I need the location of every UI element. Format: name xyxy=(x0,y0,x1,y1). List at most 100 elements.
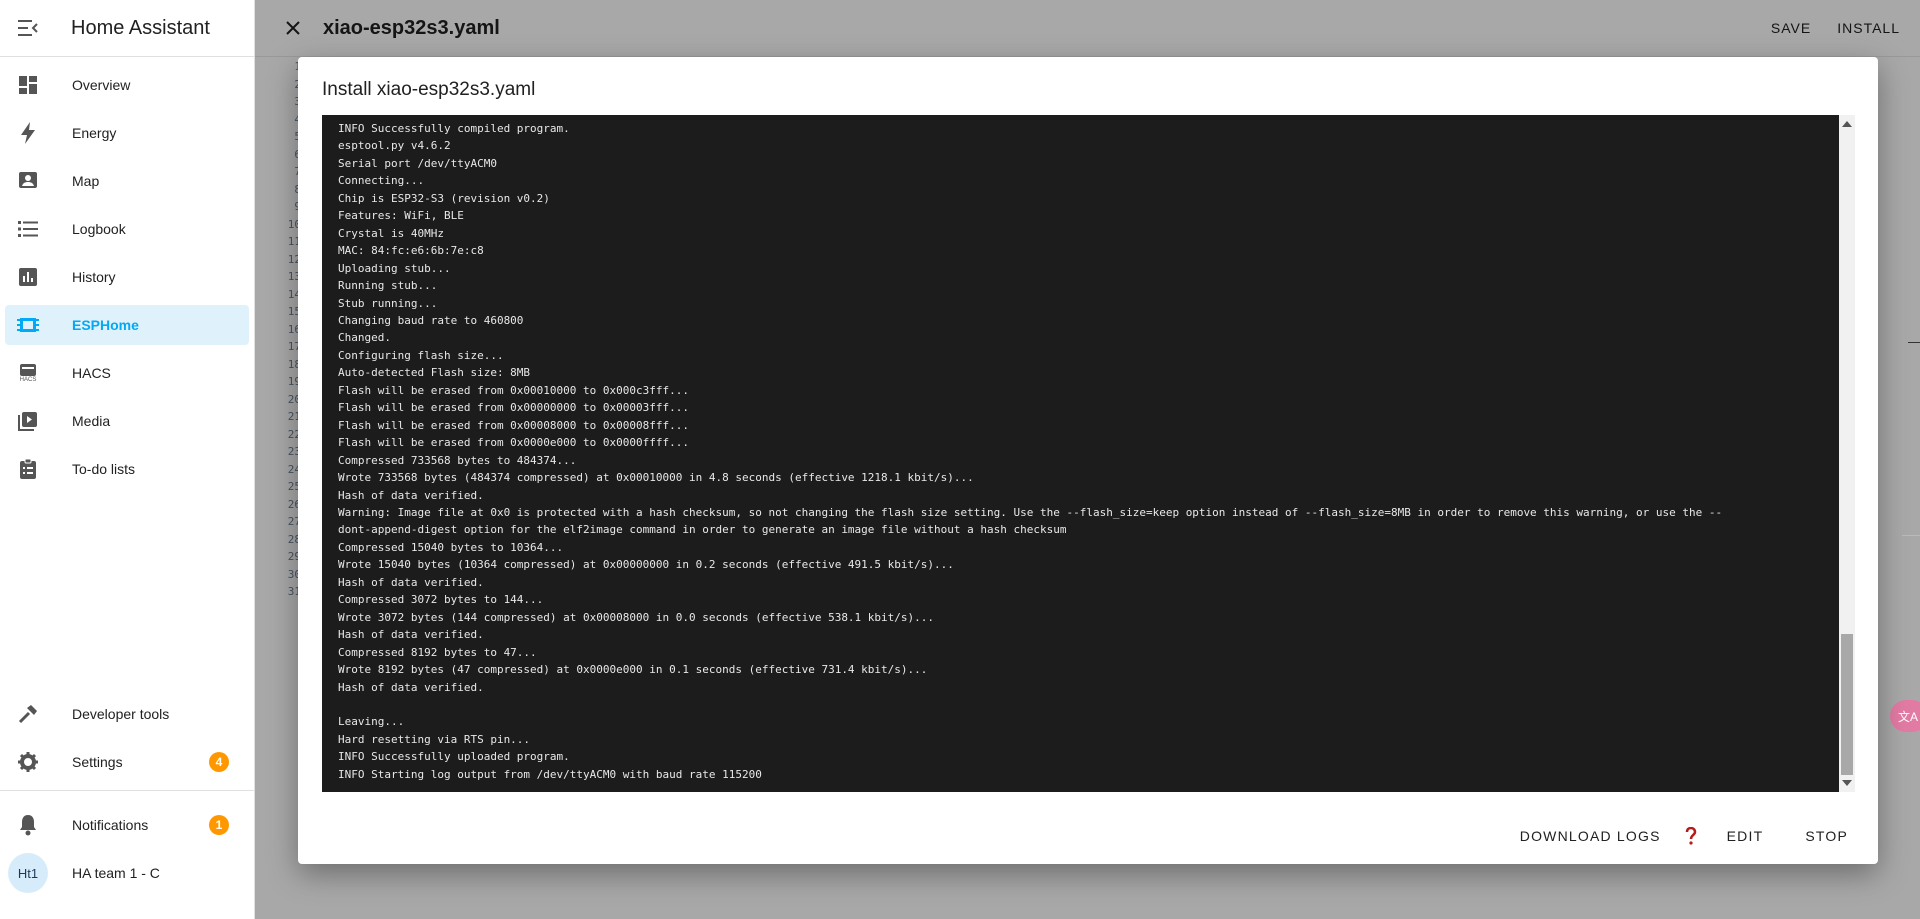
sidebar-item-label: Settings xyxy=(72,754,123,770)
chip-icon xyxy=(8,315,48,335)
log-line: Hash of data verified. xyxy=(338,680,484,694)
scroll-down-icon[interactable] xyxy=(1842,780,1852,786)
sidebar-item-label: HACS xyxy=(72,365,111,381)
gear-icon xyxy=(8,752,48,772)
sidebar-item-hacs[interactable]: HACS HACS xyxy=(5,353,249,393)
log-line: dont-append-digest option for the elf2im… xyxy=(338,523,1067,537)
editor-divider xyxy=(1902,535,1920,536)
log-line: Flash will be erased from 0x0000e000 to … xyxy=(338,436,689,450)
sidebar-item-label: HA team 1 - C xyxy=(72,865,160,881)
sidebar-item-label: Developer tools xyxy=(72,706,170,722)
sidebar-item-developer-tools[interactable]: Developer tools xyxy=(5,694,249,734)
avatar-wrapper: Ht1 xyxy=(8,853,48,893)
log-line: esptool.py v4.6.2 xyxy=(338,139,451,153)
scroll-up-icon[interactable] xyxy=(1842,121,1852,127)
log-line: Connecting... xyxy=(338,174,425,188)
log-line: Wrote 3072 bytes (144 compressed) at 0x0… xyxy=(338,610,935,624)
sidebar-item-history[interactable]: History xyxy=(5,257,249,297)
sidebar-item-map[interactable]: Map xyxy=(5,161,249,201)
sidebar-item-todo[interactable]: To-do lists xyxy=(5,449,249,489)
log-line: Compressed 3072 bytes to 144... xyxy=(338,593,544,607)
sidebar-bottom: Developer tools Settings 4 Notifications… xyxy=(0,690,254,901)
menu-toggle-icon[interactable] xyxy=(0,0,56,56)
log-line: Hash of data verified. xyxy=(338,575,484,589)
notifications-badge: 1 xyxy=(209,815,229,835)
chart-box-icon xyxy=(8,267,48,287)
log-line: Flash will be erased from 0x00008000 to … xyxy=(338,418,689,432)
log-line: Stub running... xyxy=(338,296,438,310)
log-line: Leaving... xyxy=(338,715,405,729)
sidebar-item-label: Media xyxy=(72,413,111,429)
sidebar-item-energy[interactable]: Energy xyxy=(5,113,249,153)
avatar: Ht1 xyxy=(8,853,48,893)
help-icon[interactable] xyxy=(1679,827,1703,845)
sidebar-item-label: Map xyxy=(72,173,100,189)
download-logs-button[interactable]: DOWNLOAD LOGS xyxy=(1512,822,1669,850)
log-line: INFO Successfully uploaded program. xyxy=(338,750,570,764)
sidebar-divider xyxy=(0,790,254,791)
log-line: Compressed 733568 bytes to 484374... xyxy=(338,453,577,467)
log-line: Features: WiFi, BLE xyxy=(338,209,464,223)
sidebar-item-label: History xyxy=(72,269,116,285)
log-line: Flash will be erased from 0x00010000 to … xyxy=(338,383,689,397)
hammer-icon xyxy=(8,704,48,724)
log-line: Compressed 15040 bytes to 10364... xyxy=(338,540,564,554)
map-person-icon xyxy=(8,171,48,191)
clipboard-list-icon xyxy=(8,458,48,480)
sidebar-title: Home Assistant xyxy=(71,16,210,39)
log-scrollbar[interactable] xyxy=(1839,115,1855,792)
log-line: Wrote 15040 bytes (10364 compressed) at … xyxy=(338,558,954,572)
stop-button[interactable]: STOP xyxy=(1797,822,1856,850)
sidebar-item-label: To-do lists xyxy=(72,461,136,477)
sidebar-item-notifications[interactable]: Notifications 1 xyxy=(5,805,249,845)
dashboard-icon xyxy=(8,75,48,95)
log-line: Uploading stub... xyxy=(338,261,451,275)
log-line: MAC: 84:fc:e6:6b:7e:c8 xyxy=(338,244,484,258)
log-line: Hash of data verified. xyxy=(338,488,484,502)
dialog-title: Install xiao-esp32s3.yaml xyxy=(322,79,536,100)
scrollbar-thumb[interactable] xyxy=(1841,634,1853,775)
dialog-actions: DOWNLOAD LOGS EDIT STOP xyxy=(1512,822,1856,850)
edit-button[interactable]: EDIT xyxy=(1719,822,1772,850)
sidebar-item-settings[interactable]: Settings 4 xyxy=(5,742,249,782)
log-line: Changing baud rate to 460800 xyxy=(338,313,524,327)
install-dialog: Install xiao-esp32s3.yaml INFO Successfu… xyxy=(298,57,1878,864)
log-line: Wrote 8192 bytes (47 compressed) at 0x00… xyxy=(338,663,928,677)
translate-icon[interactable]: 文A xyxy=(1890,700,1920,732)
lightning-bolt-icon xyxy=(8,122,48,144)
list-icon xyxy=(8,220,48,238)
log-line: Crystal is 40MHz xyxy=(338,226,444,240)
bell-icon xyxy=(8,814,48,836)
sidebar-header: Home Assistant xyxy=(0,0,254,57)
sidebar-item-label: Notifications xyxy=(72,817,149,833)
log-line: Wrote 733568 bytes (484374 compressed) a… xyxy=(338,471,974,485)
hacs-icon: HACS xyxy=(8,363,48,383)
sidebar: Home Assistant Overview Energy Map Logbo… xyxy=(0,0,255,919)
play-box-icon xyxy=(8,411,48,431)
sidebar-item-label: Overview xyxy=(72,77,131,93)
log-line: INFO Starting log output from /dev/ttyAC… xyxy=(338,767,762,781)
sidebar-item-label: ESPHome xyxy=(72,317,139,333)
sidebar-item-logbook[interactable]: Logbook xyxy=(5,209,249,249)
sidebar-item-media[interactable]: Media xyxy=(5,401,249,441)
sidebar-item-user[interactable]: Ht1 HA team 1 - C xyxy=(5,853,249,893)
log-line: Hash of data verified. xyxy=(338,628,484,642)
sidebar-item-label: Logbook xyxy=(72,221,126,237)
log-line: Compressed 8192 bytes to 47... xyxy=(338,645,537,659)
sidebar-nav: Overview Energy Map Logbook History ESPH… xyxy=(0,57,254,489)
log-line: Changed. xyxy=(338,331,391,345)
sidebar-item-overview[interactable]: Overview xyxy=(5,65,249,105)
sidebar-item-esphome[interactable]: ESPHome xyxy=(5,305,249,345)
editor-divider xyxy=(1908,342,1920,343)
hacs-icon-text: HACS xyxy=(19,377,37,383)
log-line: Hard resetting via RTS pin... xyxy=(338,732,531,746)
log-line: Chip is ESP32-S3 (revision v0.2) xyxy=(338,191,550,205)
log-console[interactable]: INFO Successfully compiled program. espto… xyxy=(322,115,1855,792)
log-line: INFO Successfully compiled program. xyxy=(338,122,570,135)
log-line: Running stub... xyxy=(338,279,438,293)
settings-badge: 4 xyxy=(209,752,229,772)
sidebar-item-label: Energy xyxy=(72,125,117,141)
log-line: Configuring flash size... xyxy=(338,348,504,362)
log-line: Serial port /dev/ttyACM0 xyxy=(338,156,497,170)
